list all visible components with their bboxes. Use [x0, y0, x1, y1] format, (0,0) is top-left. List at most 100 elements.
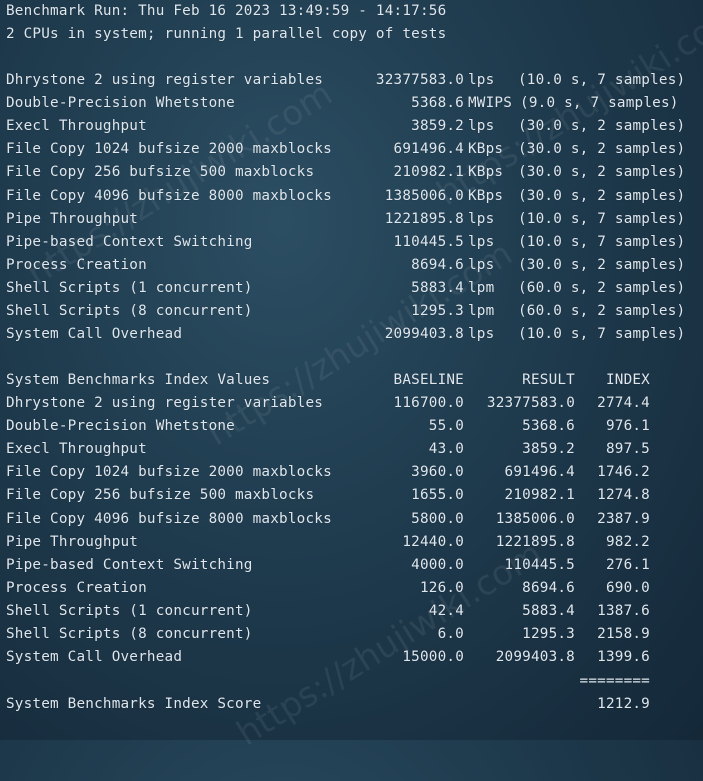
index-row-result: 8694.6: [522, 579, 575, 596]
index-row-baseline: 1655.0: [411, 487, 464, 504]
terminal-output: https://zhujiwiki.com https://zhujiwiki.…: [0, 0, 703, 754]
index-score-label: System Benchmarks Index Score: [6, 696, 262, 712]
index-row: Execl Throughput 43.0 3859.2 897.5: [6, 438, 696, 460]
index-row-baseline: 6.0: [437, 626, 464, 642]
result-row: Double-Precision Whetstone 5368.6 MWIPS (9.…: [6, 92, 696, 114]
index-row-result: 691496.4: [504, 464, 575, 481]
index-row-index: 276.1: [605, 556, 650, 573]
index-row-index: 1746.2: [597, 464, 650, 481]
index-row-index: 1387.6: [597, 602, 650, 619]
result-name: Process Creation: [6, 256, 147, 273]
index-row-result: 2099403.8: [495, 649, 575, 666]
index-row-baseline: 15000.0: [402, 649, 464, 666]
index-row-name: Pipe Throughput: [6, 533, 139, 550]
index-row-index: 690.0: [605, 579, 650, 596]
index-row-name: Dhrystone 2 using register variables: [6, 395, 324, 411]
result-detail: (10.0 s, 7 samples): [518, 72, 686, 88]
result-unit: KBps: [468, 164, 504, 181]
result-detail: (30.0 s, 2 samples): [518, 141, 686, 158]
result-unit: lps: [468, 233, 495, 250]
index-row-index: 1274.8: [597, 487, 650, 504]
result-unit: lps: [468, 72, 495, 88]
result-value: 1295.3: [411, 303, 464, 319]
index-row: Double-Precision Whetstone 55.0 5368.6 976.…: [6, 415, 696, 437]
result-value: 8694.6: [411, 256, 464, 273]
result-name: File Copy 1024 bufsize 2000 maxblocks: [6, 141, 332, 158]
index-row: Process Creation 126.0 8694.6 690.0: [6, 577, 696, 599]
result-unit: MWIPS: [468, 95, 513, 112]
result-value: 5883.4: [411, 279, 464, 296]
index-row-name: Double-Precision Whetstone: [6, 418, 235, 435]
index-row-index: 2158.9: [597, 626, 650, 642]
index-row-index: 2774.4: [597, 395, 650, 411]
index-row-baseline: 3960.0: [411, 464, 464, 481]
index-row-name: File Copy 4096 bufsize 8000 maxblocks: [6, 510, 332, 527]
index-row-baseline: 116700.0: [393, 395, 464, 411]
result-row: Execl Throughput 3859.2 lps (30.0 s, 2 samp…: [6, 115, 696, 137]
index-row-result: 32377583.0: [486, 395, 575, 411]
result-unit: lpm: [468, 279, 495, 296]
index-row-result: 5883.4: [522, 602, 575, 619]
index-row-baseline: 55.0: [428, 418, 464, 435]
index-row-name: File Copy 1024 bufsize 2000 maxblocks: [6, 464, 332, 481]
index-table-header: System Benchmarks Index Values BASELINE …: [6, 369, 696, 391]
result-name: File Copy 256 bufsize 500 maxblocks: [6, 164, 315, 181]
index-row-baseline: 12440.0: [402, 533, 464, 550]
result-detail: (30.0 s, 2 samples): [518, 164, 686, 181]
index-row-baseline: 126.0: [419, 579, 464, 596]
result-unit: lps: [468, 256, 495, 273]
result-detail: (60.0 s, 2 samples): [518, 279, 686, 296]
result-detail: (10.0 s, 7 samples): [518, 210, 686, 227]
result-unit: lps: [468, 326, 495, 343]
result-name: Dhrystone 2 using register variables: [6, 72, 324, 88]
result-name: Pipe Throughput: [6, 210, 139, 227]
index-separator: ========: [579, 673, 650, 689]
result-value: 1221895.8: [384, 210, 464, 227]
result-row: Pipe-based Context Switching 110445.5 lps (…: [6, 231, 696, 253]
result-row: Shell Scripts (1 concurrent) 5883.4 lpm (60…: [6, 277, 696, 299]
index-row-name: System Call Overhead: [6, 649, 183, 666]
result-row: File Copy 4096 bufsize 8000 maxblocks 138…: [6, 185, 696, 207]
result-unit: KBps: [468, 141, 504, 158]
index-row: Pipe-based Context Switching 4000.0 110445…: [6, 554, 696, 576]
result-name: Shell Scripts (8 concurrent): [6, 303, 253, 319]
column-header-result: RESULT: [522, 372, 575, 388]
index-row: Pipe Throughput 12440.0 1221895.8 982.2: [6, 531, 696, 553]
result-row: Pipe Throughput 1221895.8 lps (10.0 s, 7 sa…: [6, 208, 696, 230]
index-row-name: Shell Scripts (1 concurrent): [6, 602, 253, 619]
index-row-name: Pipe-based Context Switching: [6, 556, 253, 573]
index-row-baseline: 43.0: [428, 441, 464, 458]
index-row-index: 897.5: [605, 441, 650, 458]
index-row-name: Shell Scripts (8 concurrent): [6, 626, 253, 642]
column-header-baseline: BASELINE: [393, 372, 464, 388]
result-detail: (10.0 s, 7 samples): [518, 233, 686, 250]
result-detail: (30.0 s, 2 samples): [518, 256, 686, 273]
result-unit: KBps: [468, 187, 504, 204]
index-row: File Copy 4096 bufsize 8000 maxblocks 580…: [6, 508, 696, 530]
index-row-baseline: 4000.0: [411, 556, 464, 573]
result-detail: (10.0 s, 7 samples): [518, 326, 686, 343]
index-row-result: 1385006.0: [495, 510, 575, 527]
index-row-result: 5368.6: [522, 418, 575, 435]
result-detail: (9.0 s, 7 samples): [520, 95, 679, 112]
result-row: Dhrystone 2 using register variables 3237…: [6, 69, 696, 91]
index-row: File Copy 1024 bufsize 2000 maxblocks 396…: [6, 461, 696, 483]
result-row: Process Creation 8694.6 lps (30.0 s, 2 samp…: [6, 254, 696, 276]
index-title: System Benchmarks Index Values: [6, 372, 271, 388]
index-row-result: 3859.2: [522, 441, 575, 458]
result-name: Execl Throughput: [6, 118, 147, 135]
index-row-result: 110445.5: [504, 556, 575, 573]
result-value: 1385006.0: [384, 187, 464, 204]
index-row-index: 982.2: [605, 533, 650, 550]
result-name: Double-Precision Whetstone: [6, 95, 235, 112]
result-unit: lps: [468, 118, 495, 135]
index-score-value: 1212.9: [597, 696, 650, 712]
result-row: File Copy 1024 bufsize 2000 maxblocks 691…: [6, 138, 696, 160]
benchmark-run-line: Benchmark Run: Thu Feb 16 2023 13:49:59 …: [6, 3, 447, 19]
index-row-baseline: 42.4: [428, 602, 464, 619]
result-row: Shell Scripts (8 concurrent) 1295.3 lpm (60…: [6, 300, 696, 322]
index-row-name: Execl Throughput: [6, 441, 147, 458]
result-row: System Call Overhead 2099403.8 lps (10.0 s,…: [6, 323, 696, 345]
result-name: File Copy 4096 bufsize 8000 maxblocks: [6, 187, 332, 204]
cpu-info-line: 2 CPUs in system; running 1 parallel cop…: [6, 26, 447, 42]
